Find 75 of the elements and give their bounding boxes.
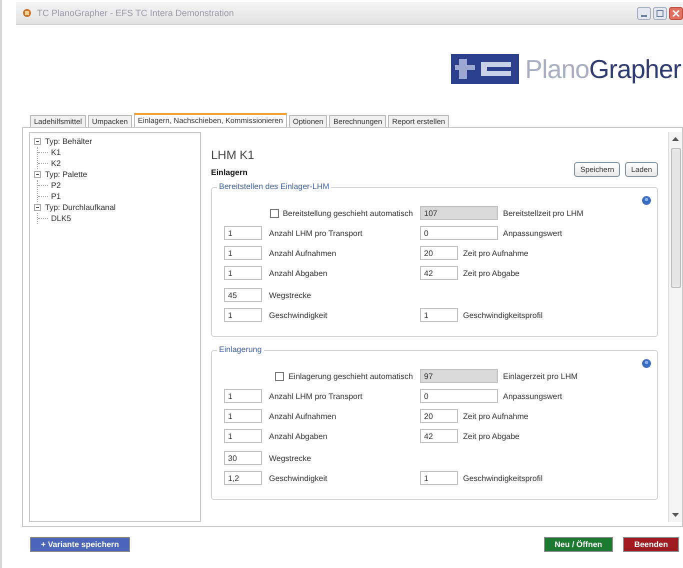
- collapse-icon[interactable]: [34, 204, 41, 211]
- field-label: Anzahl LHM pro Transport: [269, 392, 364, 400]
- collapse-icon[interactable]: [34, 138, 41, 145]
- checkbox-label: Bereitstellung geschieht automatisch: [282, 208, 413, 218]
- input-field[interactable]: 30: [224, 451, 262, 465]
- field-label: Anzahl Aufnahmen: [269, 412, 338, 420]
- input-field[interactable]: 0: [420, 389, 498, 403]
- group-title: Bereitstellen des Einlager-LHM: [217, 182, 332, 191]
- scroll-up-icon[interactable]: [671, 135, 680, 142]
- checkbox-label: Einlagerung geschieht automatisch: [288, 372, 413, 380]
- input-field[interactable]: 1: [420, 308, 458, 322]
- input-field[interactable]: 1: [224, 226, 262, 240]
- field-label: Zeit pro Abgabe: [463, 268, 520, 278]
- tree-item[interactable]: Typ: Palette: [45, 170, 88, 179]
- tree-item[interactable]: DLK5: [51, 214, 72, 223]
- logo-icon: [451, 54, 520, 84]
- input-field[interactable]: 1: [420, 471, 458, 485]
- tree-item[interactable]: P1: [51, 192, 61, 201]
- field-label: Zeit pro Aufnahme: [463, 248, 528, 258]
- input-field[interactable]: 42: [420, 429, 458, 443]
- minimize-icon[interactable]: [637, 6, 651, 20]
- input-field[interactable]: 1: [224, 389, 262, 403]
- maximize-icon[interactable]: [653, 6, 667, 20]
- save-variant-button[interactable]: + Variante speichern: [30, 537, 130, 552]
- input-field[interactable]: 20: [420, 409, 458, 423]
- field-label: Anpassungswert: [503, 392, 562, 400]
- input-field[interactable]: 1: [224, 266, 262, 280]
- input-field[interactable]: 20: [420, 246, 458, 260]
- tree-item[interactable]: Typ: Durchlaufkanal: [45, 203, 116, 212]
- readonly-field: 107: [420, 206, 498, 220]
- field-label: Anzahl Abgaben: [269, 432, 328, 440]
- help-icon[interactable]: [642, 359, 651, 368]
- field-label: Anzahl Aufnahmen: [269, 248, 338, 258]
- tree-item[interactable]: K1: [51, 148, 61, 157]
- tree-item[interactable]: K2: [51, 159, 61, 168]
- field-label: Anzahl Abgaben: [269, 268, 328, 278]
- field-label: Wegstrecke: [269, 290, 312, 300]
- checkbox[interactable]: [275, 372, 284, 380]
- input-field[interactable]: 1: [224, 429, 262, 443]
- input-field[interactable]: 0: [420, 226, 498, 240]
- scrollbar[interactable]: [668, 132, 682, 522]
- field-label: Geschwindigkeitsprofil: [463, 474, 543, 482]
- input-field[interactable]: 1: [224, 308, 262, 322]
- readonly-field: 97: [420, 369, 498, 383]
- input-field[interactable]: 45: [224, 288, 262, 302]
- scroll-thumb[interactable]: [670, 148, 680, 288]
- tree-item[interactable]: P2: [51, 181, 61, 190]
- app-name: PlanoGrapher: [525, 54, 681, 84]
- field-label: Zeit pro Aufnahme: [463, 412, 528, 420]
- quit-button[interactable]: Beenden: [623, 537, 679, 552]
- field-label: Geschwindigkeit: [269, 474, 328, 482]
- input-field[interactable]: 42: [420, 266, 458, 280]
- window-title: TC PlanoGrapher - EFS TC Intera Demonstration: [37, 8, 234, 18]
- close-icon[interactable]: [669, 6, 683, 20]
- input-field[interactable]: 1,2: [224, 471, 262, 485]
- collapse-icon[interactable]: [34, 171, 41, 178]
- new-open-button[interactable]: Neu / Öffnen: [544, 537, 614, 552]
- tree-item[interactable]: Typ: Behälter: [45, 137, 92, 146]
- field-label: Bereitstellzeit pro LHM: [503, 208, 584, 218]
- help-icon[interactable]: [642, 196, 651, 205]
- field-label: Geschwindigkeitsprofil: [463, 310, 543, 320]
- field-label: Einlagerzeit pro LHM: [503, 372, 578, 380]
- checkbox[interactable]: [270, 208, 279, 218]
- app-icon: [22, 8, 32, 18]
- section-heading: Einlagern: [211, 168, 248, 177]
- field-label: Wegstrecke: [269, 454, 312, 462]
- field-label: Zeit pro Abgabe: [463, 432, 520, 440]
- field-label: Anpassungswert: [503, 228, 562, 238]
- input-field[interactable]: 1: [224, 246, 262, 260]
- field-label: Anzahl LHM pro Transport: [269, 228, 364, 238]
- input-field[interactable]: 1: [224, 409, 262, 423]
- page-heading: LHM K1: [211, 148, 256, 163]
- scroll-down-icon[interactable]: [671, 512, 680, 519]
- field-label: Geschwindigkeit: [269, 310, 328, 320]
- group-title: Einlagerung: [217, 345, 264, 354]
